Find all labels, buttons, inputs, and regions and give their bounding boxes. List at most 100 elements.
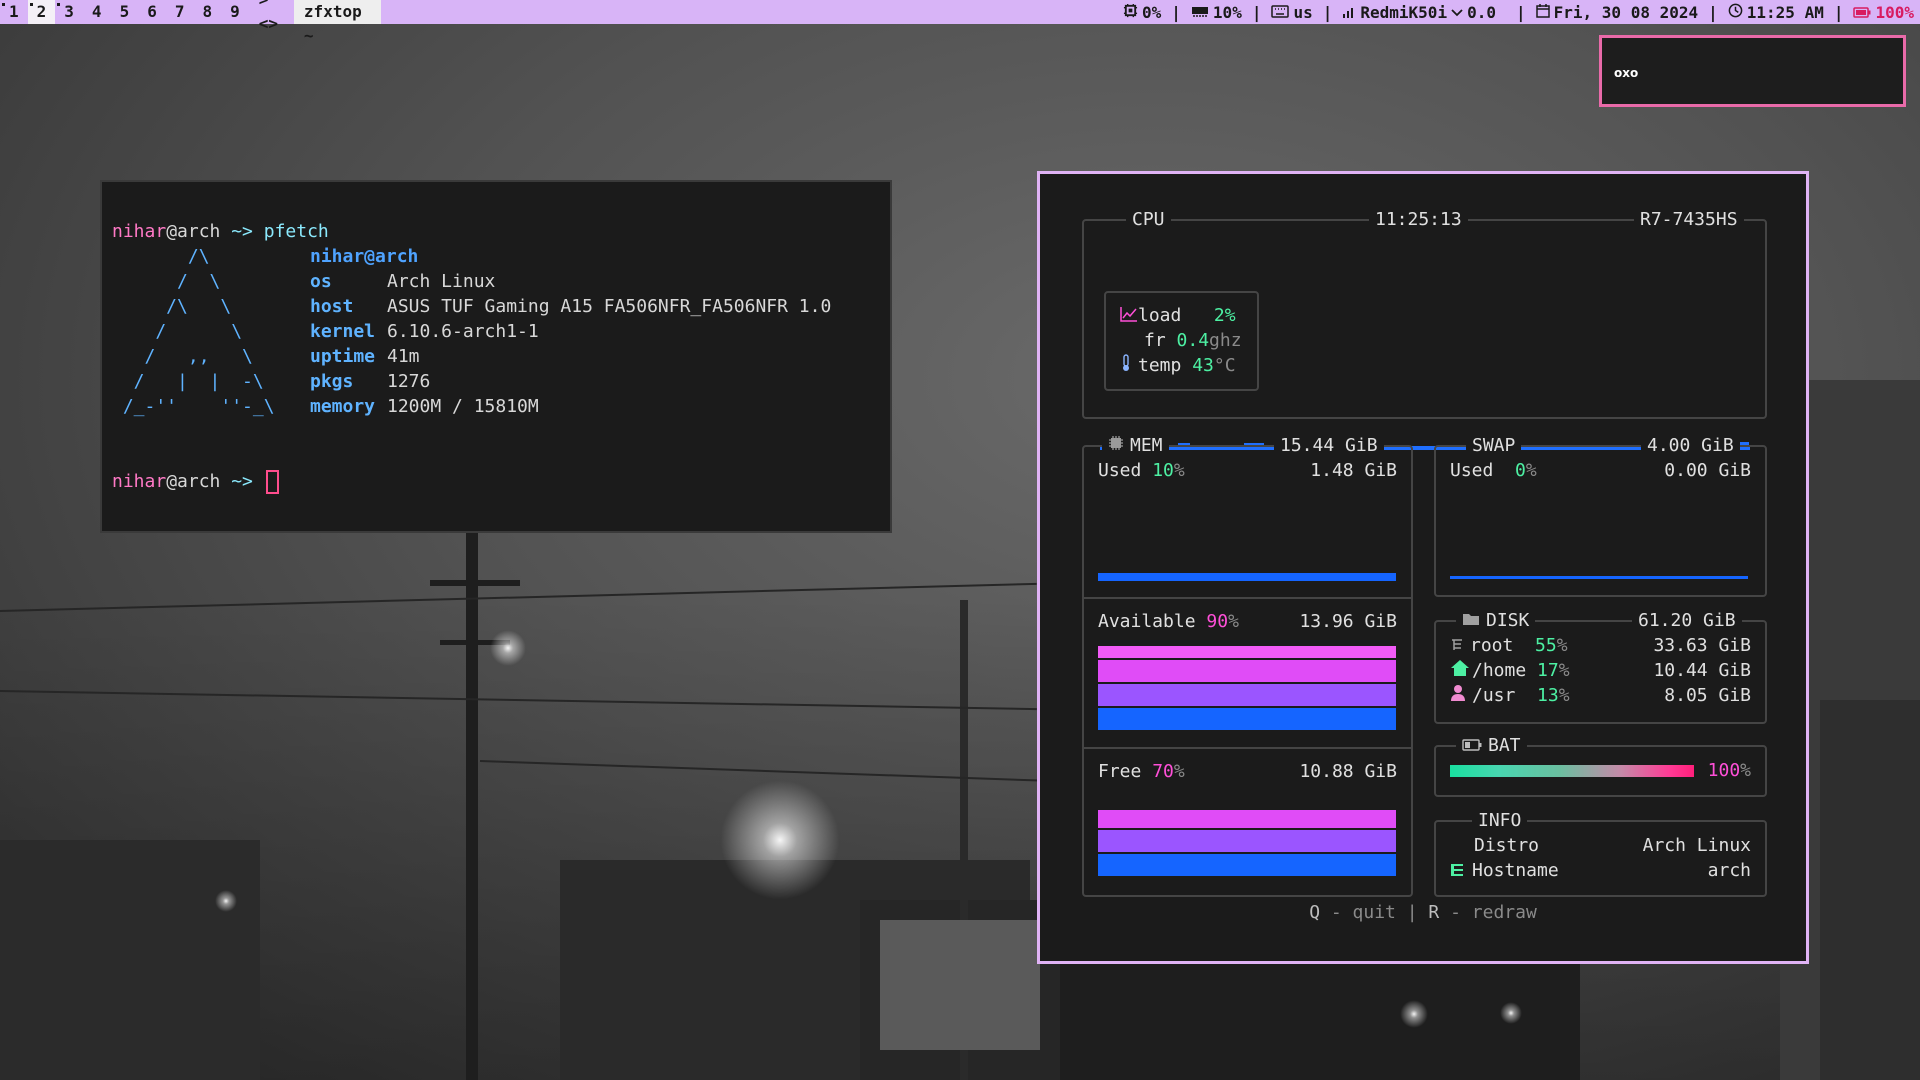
command-text: pfetch xyxy=(263,221,329,242)
workspace-6[interactable]: 6 xyxy=(138,0,166,24)
disk-root-value: 33.63 GiB xyxy=(1653,635,1751,656)
text-cursor xyxy=(265,470,279,494)
cpu-title: CPU xyxy=(1126,208,1171,232)
workspace-2[interactable]: 2 xyxy=(27,0,56,24)
redraw-key[interactable]: R xyxy=(1428,902,1439,923)
mem-used-value: 1.48 GiB xyxy=(1310,460,1397,481)
terminal-window[interactable]: nihar@arch ~> pfetch /\ / \ /\ \ / \ / ,… xyxy=(100,180,892,533)
prompt-user: nihar xyxy=(112,221,167,242)
pfetch-user-host: nihar@arch xyxy=(310,246,419,267)
disk-row-usr: /usr 13% xyxy=(1450,683,1570,708)
tree-icon xyxy=(1450,634,1464,659)
disk-total: 61.20 GiB xyxy=(1632,609,1742,633)
quit-key[interactable]: Q xyxy=(1309,902,1320,923)
battery-level-bar xyxy=(1450,765,1694,777)
disk-row-root: root 55% xyxy=(1450,633,1568,658)
bat-title: BAT xyxy=(1456,734,1527,758)
pfetch-row-pkgs: pkgs 1276 xyxy=(310,371,431,392)
info-hostname-row: Hostname xyxy=(1450,858,1559,883)
workspace-9[interactable]: 9 xyxy=(221,0,249,24)
thermometer-icon xyxy=(1120,353,1132,379)
workspace-7[interactable]: 7 xyxy=(166,0,194,24)
memory-status: 10% xyxy=(1185,3,1248,22)
notification-popup[interactable]: oxo xyxy=(1599,35,1906,107)
chart-line-icon xyxy=(1120,304,1138,329)
clock-icon xyxy=(1728,3,1743,22)
pfetch-row-uptime: uptime 41m xyxy=(310,346,420,367)
info-distro-value: Arch Linux xyxy=(1642,835,1751,856)
swap-panel: SWAP 4.00 GiB Used 0% 0.00 GiB xyxy=(1434,434,1767,597)
workspace-3[interactable]: 3 xyxy=(55,0,83,24)
mem-title: MEM xyxy=(1102,434,1169,458)
folder-icon xyxy=(1462,609,1480,633)
keyboard-status: us xyxy=(1265,3,1318,22)
disk-home-value: 10.44 GiB xyxy=(1653,660,1751,681)
workspace-1[interactable]: 1 xyxy=(0,0,28,24)
battery-panel: BAT 100% xyxy=(1434,734,1767,797)
swap-title: SWAP xyxy=(1466,434,1522,458)
battery-icon xyxy=(1462,734,1482,758)
workspace-list: 1 2 3 4 5 6 7 8 9 xyxy=(0,0,249,24)
prompt-host: @arch xyxy=(166,221,221,242)
info-distro-label: Distro xyxy=(1474,835,1540,856)
cpu-clock: 11:25:13 xyxy=(1369,208,1468,232)
disk-row-home: /home 17% xyxy=(1450,658,1570,683)
cpu-icon xyxy=(1123,3,1138,22)
chevron-down-icon xyxy=(1451,3,1463,22)
mem-free-value: 10.88 GiB xyxy=(1299,761,1397,782)
notification-text: oxo xyxy=(1614,66,1639,80)
chip-icon xyxy=(1108,434,1124,458)
disk-usr-value: 8.05 GiB xyxy=(1664,685,1751,706)
mem-used-label-row: Used 10% xyxy=(1098,460,1185,481)
pfetch-row-os: os Arch Linux xyxy=(310,271,496,292)
ram-icon xyxy=(1191,3,1209,22)
cpu-stats-box: load 2% fr 0.4ghz temp 43°C xyxy=(1104,291,1259,391)
cpu-model: R7-7435HS xyxy=(1634,208,1744,232)
info-title: INFO xyxy=(1472,809,1528,833)
keyboard-icon xyxy=(1271,3,1290,22)
network-status: RedmiK50i 0.0 xyxy=(1336,3,1502,22)
key-hints: Q - quit | R - redraw xyxy=(1309,902,1537,923)
mem-available-value: 13.96 GiB xyxy=(1299,611,1397,632)
cpu-panel: CPU 11:25:13 R7-7435HS load 2% fr 0.4ghz… xyxy=(1082,208,1767,450)
workspace-8[interactable]: 8 xyxy=(193,0,221,24)
top-bar: 1 2 3 4 5 6 7 8 9 ><> zfxtop ~ 0% | 10% … xyxy=(0,0,1920,45)
cpu-temp-row: temp 43°C xyxy=(1120,353,1236,378)
calendar-icon xyxy=(1535,3,1550,22)
workspace-4[interactable]: 4 xyxy=(83,0,111,24)
mem-used-bar xyxy=(1098,573,1396,581)
bat-pct-row: 100% xyxy=(1707,760,1751,781)
cpu-status: 0% xyxy=(1117,3,1167,22)
pfetch-row-memory: memory 1200M / 15810M xyxy=(310,396,539,417)
battery-icon xyxy=(1853,3,1871,22)
workspace-5[interactable]: 5 xyxy=(111,0,139,24)
swap-used-bar xyxy=(1450,576,1748,579)
date-status: Fri, 30 08 2024 xyxy=(1530,3,1705,22)
server-icon xyxy=(1450,859,1464,884)
mem-panel: MEM 15.44 GiB Used 10% 1.48 GiB Availabl… xyxy=(1082,434,1413,897)
mem-free-label-row: Free 70% xyxy=(1098,761,1185,782)
mem-total: 15.44 GiB xyxy=(1274,434,1384,458)
prompt-line[interactable]: nihar@arch ~> xyxy=(112,469,279,494)
swap-used-label-row: Used 0% xyxy=(1450,460,1537,481)
mem-available-label-row: Available 90% xyxy=(1098,611,1239,632)
command-line: nihar@arch ~> pfetch xyxy=(112,219,329,244)
pfetch-row-host: host ASUS TUF Gaming A15 FA506NFR_FA506NF… xyxy=(310,296,832,317)
user-icon xyxy=(1450,684,1466,709)
swap-total: 4.00 GiB xyxy=(1641,434,1740,458)
arch-logo-ascii: /\ / \ /\ \ / \ / ,, \ / | | -\ /_-'' ''… xyxy=(122,246,275,417)
disk-panel: DISK 61.20 GiB root 55% 33.63 GiB /home … xyxy=(1434,609,1767,724)
layout-indicator[interactable]: ><> xyxy=(249,0,294,36)
disk-title: DISK xyxy=(1456,609,1536,633)
cpu-freq-row: fr 0.4ghz xyxy=(1144,330,1242,351)
info-hostname-value: arch xyxy=(1707,860,1751,881)
zfxtop-window[interactable]: CPU 11:25:13 R7-7435HS load 2% fr 0.4ghz… xyxy=(1037,171,1809,964)
status-area: 0% | 10% | us | RedmiK50i 0.0 | Fri, 30 … xyxy=(1117,0,1920,24)
cpu-load-row: load 2% xyxy=(1120,303,1236,328)
info-panel: INFO Distro Arch Linux Hostname arch xyxy=(1434,809,1767,897)
clock-status: 11:25 AM xyxy=(1722,3,1830,22)
window-title: zfxtop ~ xyxy=(293,0,382,45)
home-icon xyxy=(1450,659,1470,684)
signal-icon xyxy=(1342,3,1356,22)
battery-status: 100% xyxy=(1847,3,1920,22)
